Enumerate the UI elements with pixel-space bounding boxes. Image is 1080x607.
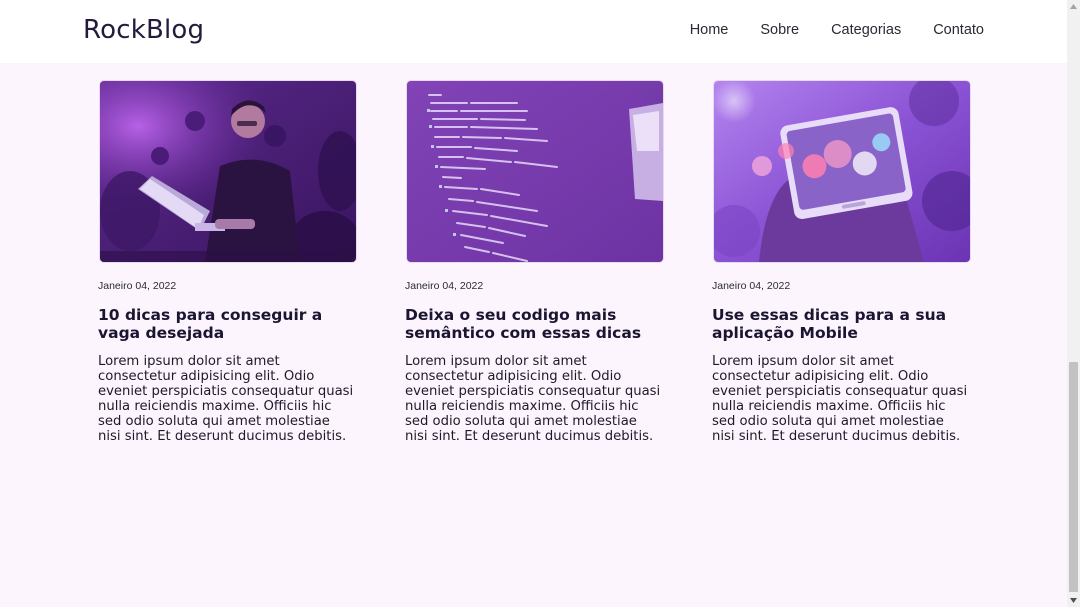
post-thumbnail-code-screen[interactable] (407, 81, 663, 262)
post-date: Janeiro 04, 2022 (98, 280, 177, 292)
post-date: Janeiro 04, 2022 (712, 280, 791, 292)
post-card[interactable]: Janeiro 04, 2022 Use essas dicas para a … (712, 81, 970, 444)
post-title[interactable]: Use essas dicas para a sua aplicação Mob… (712, 306, 970, 342)
nav-sobre-link[interactable]: Sobre (760, 22, 799, 38)
post-thumbnail-person-laptop[interactable] (100, 81, 356, 262)
nav-categorias-link[interactable]: Categorias (831, 22, 901, 38)
nav-contato-link[interactable]: Contato (933, 22, 984, 38)
main-nav: Home Sobre Categorias Contato (690, 22, 984, 38)
post-title[interactable]: 10 dicas para conseguir a vaga desejada (98, 306, 356, 342)
post-grid: Janeiro 04, 2022 10 dicas para conseguir… (98, 81, 970, 444)
site-logo[interactable]: RockBlog (83, 15, 204, 45)
post-excerpt: Lorem ipsum dolor sit amet consectetur a… (98, 354, 354, 444)
site-header: RockBlog Home Sobre Categorias Contato (0, 0, 1067, 63)
scrollbar-thumb[interactable] (1069, 362, 1078, 592)
post-card[interactable]: Janeiro 04, 2022 10 dicas para conseguir… (98, 81, 356, 444)
post-card[interactable]: Janeiro 04, 2022 Deixa o seu codigo mais… (405, 81, 663, 444)
post-excerpt: Lorem ipsum dolor sit amet consectetur a… (405, 354, 661, 444)
post-thumbnail-smartphone[interactable] (714, 81, 970, 262)
nav-home-link[interactable]: Home (690, 22, 729, 38)
scroll-down-arrow-icon[interactable] (1067, 594, 1080, 607)
post-title[interactable]: Deixa o seu codigo mais semântico com es… (405, 306, 663, 342)
vertical-scrollbar[interactable] (1067, 0, 1080, 607)
scroll-up-arrow-icon[interactable] (1067, 0, 1080, 13)
post-date: Janeiro 04, 2022 (405, 280, 484, 292)
post-excerpt: Lorem ipsum dolor sit amet consectetur a… (712, 354, 968, 444)
